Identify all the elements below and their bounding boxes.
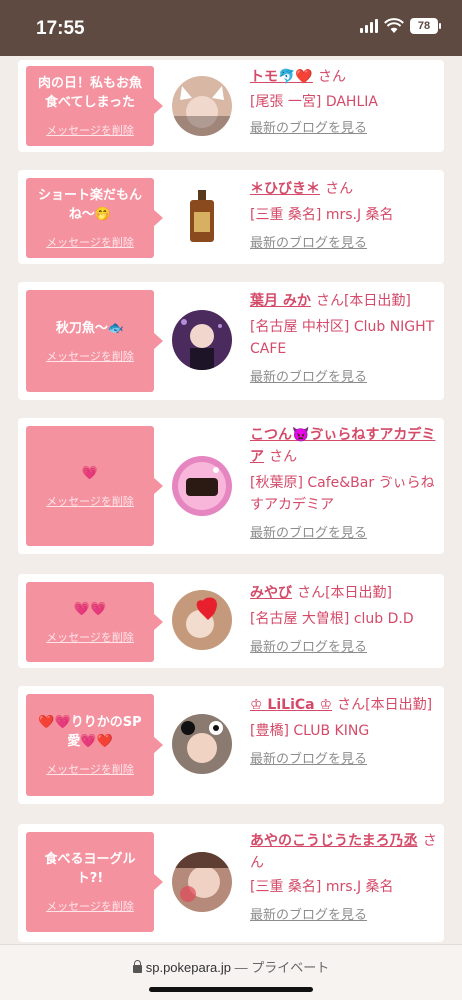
message-card: 秋刀魚〜🐟 メッセージを削除 葉月 みか さん[本日出勤] [名古屋 中村区] …	[18, 282, 444, 400]
delete-message-link[interactable]: メッセージを削除	[46, 629, 134, 645]
user-name-link[interactable]: あやのこうじうたまろ乃丞	[250, 833, 418, 849]
shop-name: [豊橋] CLUB KING	[250, 723, 370, 739]
user-info: 葉月 みか さん[本日出勤] [名古屋 中村区] Club NIGHT CAFE…	[250, 290, 438, 388]
attendance-tag: [本日出勤]	[343, 293, 411, 309]
honorific: さん	[337, 697, 366, 713]
shop-name: [尾張 一宮] DAHLIA	[250, 94, 378, 110]
delete-message-link[interactable]: メッセージを削除	[46, 234, 134, 250]
message-card: 💗💗 メッセージを削除 みやび さん[本日出勤] [名古屋 大曽根] club …	[18, 574, 444, 668]
message-bubble: 💗💗 メッセージを削除	[26, 582, 163, 662]
message-text: ❤️💗りりかのSP愛💗❤️	[38, 715, 142, 749]
private-mode-label: — プライベート	[234, 960, 330, 975]
message-text: 秋刀魚〜🐟	[55, 320, 125, 336]
user-info: ＊ひびき＊ さん [三重 桑名] mrs.J 桑名 最新のブログを見る	[250, 178, 438, 254]
avatar[interactable]	[172, 590, 232, 650]
message-bubble: 肉の日！私もお魚食べてしまった メッセージを削除	[26, 66, 163, 146]
browser-url-bar[interactable]: sp.pokepara.jp — プライベート	[0, 944, 462, 1000]
user-info: みやび さん[本日出勤] [名古屋 大曽根] club D.D 最新のブログを見…	[250, 582, 438, 658]
user-name-link[interactable]: ♔ LiLiCa ♔	[250, 697, 332, 713]
signal-icon	[360, 19, 378, 33]
user-info: あやのこうじうたまろ乃丞 さん [三重 桑名] mrs.J 桑名 最新のブログを…	[250, 830, 438, 926]
url-text: sp.pokepara.jp	[145, 960, 232, 975]
message-card: ショート楽だもんね〜🤭 メッセージを削除 ＊ひびき＊ さん [三重 桑名] mr…	[18, 170, 444, 264]
honorific: さん	[297, 585, 326, 601]
delete-message-link[interactable]: メッセージを削除	[46, 493, 134, 509]
latest-blog-link[interactable]: 最新のブログを見る	[250, 638, 438, 658]
status-bar: 17:55 78	[0, 0, 462, 56]
latest-blog-link[interactable]: 最新のブログを見る	[250, 119, 438, 139]
avatar[interactable]	[172, 186, 232, 246]
user-info: ♔ LiLiCa ♔ さん[本日出勤] [豊橋] CLUB KING 最新のブロ…	[250, 694, 438, 770]
message-bubble: 秋刀魚〜🐟 メッセージを削除	[26, 290, 163, 392]
avatar[interactable]	[172, 456, 232, 516]
message-list: 肉の日！私もお魚食べてしまった メッセージを削除 トモ🐬❤️ さん [尾張 一宮…	[0, 56, 462, 944]
message-text: 💗💗	[73, 601, 107, 617]
delete-message-link[interactable]: メッセージを削除	[46, 761, 134, 777]
message-card: ❤️💗りりかのSP愛💗❤️ メッセージを削除 ♔ LiLiCa ♔ さん[本日出…	[18, 686, 444, 804]
message-text: 💗	[81, 465, 99, 481]
avatar[interactable]	[172, 76, 232, 136]
shop-name: [名古屋 大曽根] club D.D	[250, 611, 414, 627]
user-name-link[interactable]: トモ🐬❤️	[250, 69, 313, 85]
shop-name: [三重 桑名] mrs.J 桑名	[250, 207, 394, 223]
message-card: 💗 メッセージを削除 こつん👿ゔぃらねすアカデミア さん [秋葉原] Cafe&…	[18, 418, 444, 554]
honorific: さん	[325, 181, 354, 197]
url-display[interactable]: sp.pokepara.jp — プライベート	[0, 957, 462, 976]
clock: 17:55	[36, 18, 85, 39]
honorific: さん	[315, 293, 344, 309]
user-name-link[interactable]: 葉月 みか	[250, 293, 311, 309]
delete-message-link[interactable]: メッセージを削除	[46, 348, 134, 364]
user-info: トモ🐬❤️ さん [尾張 一宮] DAHLIA 最新のブログを見る	[250, 66, 438, 139]
delete-message-link[interactable]: メッセージを削除	[46, 122, 134, 138]
message-bubble: ショート楽だもんね〜🤭 メッセージを削除	[26, 178, 163, 258]
user-name-link[interactable]: ＊ひびき＊	[250, 181, 320, 197]
shop-name: [三重 桑名] mrs.J 桑名	[250, 879, 394, 895]
attendance-tag: [本日出勤]	[365, 697, 433, 713]
latest-blog-link[interactable]: 最新のブログを見る	[250, 368, 438, 388]
avatar[interactable]	[172, 714, 232, 774]
shop-name: [秋葉原] Cafe&Bar ゔぃらねすアカデミア	[250, 475, 435, 513]
attendance-tag: [本日出勤]	[325, 585, 393, 601]
avatar[interactable]	[172, 852, 232, 912]
delete-message-link[interactable]: メッセージを削除	[46, 898, 134, 914]
message-card: 食べるヨーグルト?! メッセージを削除 あやのこうじうたまろ乃丞 さん [三重 …	[18, 824, 444, 942]
latest-blog-link[interactable]: 最新のブログを見る	[250, 524, 438, 544]
latest-blog-link[interactable]: 最新のブログを見る	[250, 234, 438, 254]
honorific: さん	[317, 69, 346, 85]
user-name-link[interactable]: みやび	[250, 585, 292, 601]
home-indicator[interactable]	[149, 987, 313, 992]
shop-name: [名古屋 中村区] Club NIGHT CAFE	[250, 319, 435, 357]
status-icons: 78	[360, 18, 441, 34]
lock-icon	[132, 960, 142, 973]
message-bubble: 食べるヨーグルト?! メッセージを削除	[26, 832, 163, 932]
message-text: 肉の日！私もお魚食べてしまった	[37, 76, 142, 110]
battery-icon: 78	[410, 18, 441, 34]
message-card: 肉の日！私もお魚食べてしまった メッセージを削除 トモ🐬❤️ さん [尾張 一宮…	[18, 60, 444, 152]
avatar[interactable]	[172, 310, 232, 370]
message-bubble: ❤️💗りりかのSP愛💗❤️ メッセージを削除	[26, 694, 163, 796]
message-text: 食べるヨーグルト?!	[44, 852, 136, 886]
latest-blog-link[interactable]: 最新のブログを見る	[250, 750, 438, 770]
message-bubble: 💗 メッセージを削除	[26, 426, 163, 546]
user-info: こつん👿ゔぃらねすアカデミア さん [秋葉原] Cafe&Bar ゔぃらねすアカ…	[250, 424, 438, 544]
honorific: さん	[269, 449, 298, 465]
wifi-icon	[384, 18, 404, 33]
latest-blog-link[interactable]: 最新のブログを見る	[250, 906, 438, 926]
message-text: ショート楽だもんね〜🤭	[37, 188, 142, 222]
